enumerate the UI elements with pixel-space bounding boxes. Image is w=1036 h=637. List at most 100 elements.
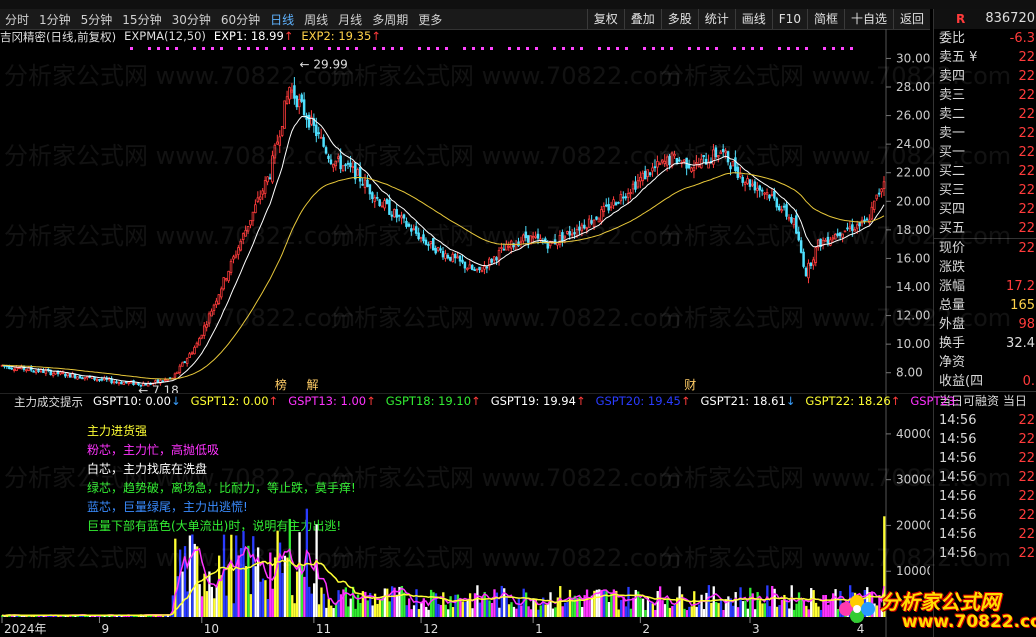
candle-body [473, 269, 476, 272]
toolbar-button[interactable]: 统计 [697, 9, 735, 29]
toolbar-button[interactable]: 十自选 [843, 9, 893, 29]
period-tab[interactable]: 日线 [265, 11, 299, 28]
candle-body [283, 100, 286, 129]
volume-bar [634, 589, 637, 617]
volume-bar [683, 608, 686, 617]
quote-label: 买二 [939, 164, 966, 179]
volume-bar [705, 592, 708, 617]
candle-body [607, 204, 610, 211]
signal-dot [490, 47, 493, 50]
candle-body [193, 347, 196, 355]
toolbar-button[interactable]: 返回 [892, 9, 930, 29]
volume-bar [400, 585, 404, 617]
candle-body [768, 194, 771, 199]
signal-dot [472, 47, 475, 50]
period-tab[interactable]: 60分钟 [216, 11, 265, 28]
quote-value: 22 [1018, 221, 1035, 236]
candle-body [405, 220, 408, 227]
volume-bar [722, 609, 725, 617]
signal-dot [481, 47, 484, 50]
candle-body [112, 381, 116, 384]
volume-bar [303, 576, 306, 617]
signal-dot [706, 47, 709, 50]
volume-bar [259, 581, 262, 617]
candle-body [719, 151, 723, 155]
volume-bar [500, 585, 503, 617]
volume-bar [308, 586, 311, 617]
candle-body [42, 369, 45, 374]
candle-body [765, 192, 769, 195]
candle-body [643, 170, 647, 180]
candle-body [368, 184, 372, 195]
volume-bar [790, 585, 793, 617]
toolbar-button[interactable]: 复权 [586, 9, 624, 29]
candle-body [234, 254, 238, 258]
period-tab[interactable]: 分时 [0, 11, 34, 28]
volume-chart[interactable]: 40000 30000 20000 10000 主力进货强粉芯，主力忙，高抛低吸白芯，主… [0, 393, 930, 637]
period-tab[interactable]: 1分钟 [34, 11, 76, 28]
candle-body [773, 190, 776, 199]
period-tab[interactable]: 周线 [299, 11, 333, 28]
candle-body [568, 231, 571, 236]
volume-bar [395, 594, 399, 617]
candle-body [388, 199, 391, 215]
volume-bar [320, 587, 323, 617]
legend-line: 蓝芯，巨量绿尾，主力出逃慌! [87, 499, 248, 514]
toolbar-button[interactable]: 叠加 [623, 9, 661, 29]
candle-body [293, 85, 296, 99]
volume-bar [249, 594, 252, 617]
candle-body [724, 150, 727, 154]
volume-bar [758, 600, 762, 617]
candle-body [68, 373, 72, 378]
tick-time: 14:56 [939, 413, 977, 428]
signal-dot [283, 47, 286, 50]
candle-body [875, 194, 878, 200]
period-tab[interactable]: 30分钟 [167, 11, 216, 28]
candle-body [809, 262, 813, 266]
volume-tick-label: 20000 [896, 518, 930, 532]
candle-body [836, 233, 839, 236]
candle-body [81, 377, 84, 380]
signal-dot [211, 47, 214, 50]
volume-bar [291, 595, 294, 617]
candle-body [629, 192, 632, 195]
candle-body [64, 373, 67, 377]
candle-body [319, 136, 323, 139]
volume-bar [512, 606, 516, 617]
volume-bar [795, 603, 798, 617]
toolbar-button[interactable]: F10 [771, 9, 807, 29]
volume-bar [264, 580, 267, 617]
period-tab[interactable]: 15分钟 [117, 11, 166, 28]
volume-bar [420, 601, 423, 617]
signal-dot [445, 47, 448, 50]
price-tick-label: 20.00 [896, 194, 930, 208]
toolbar-button[interactable]: 多股 [660, 9, 698, 29]
low-price-label: ← 7.18 [138, 383, 179, 393]
period-tab[interactable]: 更多 [413, 11, 447, 28]
period-tab[interactable]: 月线 [333, 11, 367, 28]
candle-body [563, 235, 567, 239]
volume-bar [554, 607, 557, 617]
volume-bar [719, 599, 723, 617]
period-tab[interactable]: 5分钟 [76, 11, 118, 28]
toolbar-button[interactable]: 画线 [734, 9, 772, 29]
signal-dot [463, 47, 466, 50]
volume-bar [529, 609, 533, 617]
volume-bar [293, 603, 296, 617]
toolbar-button[interactable]: 简框 [806, 9, 844, 29]
volume-bar [778, 605, 781, 617]
candle-body [61, 372, 65, 375]
quote-row: 外盘 98 [934, 315, 1036, 334]
period-tab[interactable]: 多周期 [367, 11, 413, 28]
candle-body [483, 265, 486, 270]
candle-body [434, 247, 437, 254]
volume-bar [585, 589, 589, 617]
candle-body [427, 244, 430, 246]
quote-label: 收益(四 [939, 374, 984, 389]
signal-dot [652, 47, 655, 50]
signal-dot [832, 47, 835, 50]
logo-title: 分析家公式网 [880, 590, 1000, 614]
signal-dot [742, 47, 745, 50]
candlestick-chart[interactable]: 30.00 28.00 26.00 24.00 22.00 20.00 18.00 16.00… [0, 29, 930, 393]
quote-value: 22 [1018, 183, 1035, 198]
